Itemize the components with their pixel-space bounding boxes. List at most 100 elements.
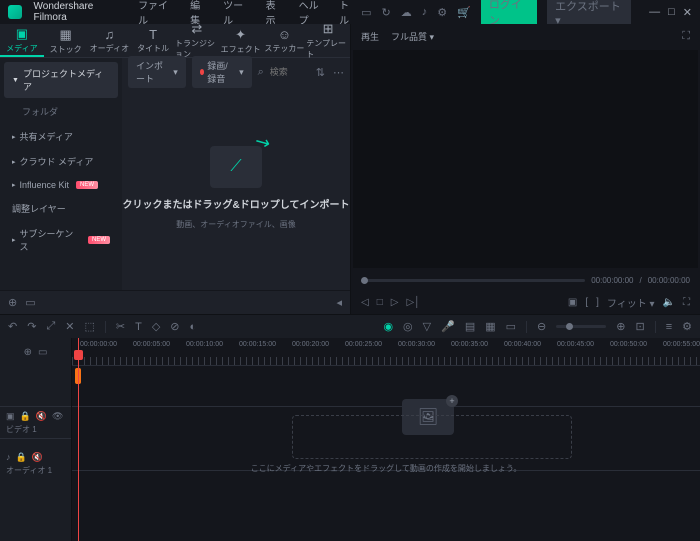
mic-icon[interactable]: 🎤 [441,320,455,333]
track-view-icon[interactable]: ▭ [38,347,47,358]
media-panel: ▣メディア ▦ストック ♫オーディオ Tタイトル ⇄トランジション ✦エフェクト… [0,24,350,314]
menu-file[interactable]: ファイル [138,0,176,27]
expand-icon[interactable]: ⛶ [682,30,690,43]
cloud-icon[interactable]: ☁ [401,6,412,19]
scrubber-track[interactable] [361,279,585,282]
undo-icon[interactable]: ↶ [8,320,17,333]
fullscreen-icon[interactable]: ⛶ [683,297,690,308]
tab-sticker[interactable]: ☺ステッカー [263,24,307,57]
menu-icon[interactable]: ⋯ [333,66,344,79]
mute-icon[interactable]: 🔇 [32,452,43,463]
sidebar-adjustment-layer[interactable]: 調整レイヤー [4,197,118,220]
timeline-tracks[interactable]: 00:00:00:0000:00:05:0000:00:10:0000:00:1… [72,338,700,541]
filter-icon[interactable]: ⇅ [316,66,325,79]
settings-icon[interactable]: ⚙ [437,6,447,19]
mark-in-icon[interactable]: [ [585,297,588,308]
tab-effect[interactable]: ✦エフェクト [219,24,263,57]
eye-icon[interactable]: 👁 [52,411,63,422]
crop-icon[interactable]: ⬚ [84,320,94,333]
preview-canvas[interactable] [353,50,698,268]
cart-icon[interactable]: 🛒 [457,6,471,19]
render-icon[interactable]: ▦ [485,320,495,333]
color-icon[interactable]: ◐ [190,321,197,333]
tab-transition[interactable]: ⇄トランジション [175,24,219,57]
playhead[interactable] [78,338,79,541]
tab-stock[interactable]: ▦ストック [44,24,88,57]
playback-label[interactable]: 再生 [361,30,379,43]
delete-icon[interactable]: ✕ [65,320,74,333]
sidebar-project-media[interactable]: ▼プロジェクトメディア [4,62,118,98]
tab-audio[interactable]: ♫オーディオ [88,24,132,57]
view-icon[interactable]: ▭ [506,320,516,333]
video-track[interactable]: 🖼 ここにメディアやエフェクトをドラッグして動画の作成を開始しましょう。 [72,406,700,470]
menu-view[interactable]: 表示 [266,0,285,27]
sidebar-folder[interactable]: フォルダ [4,100,118,123]
lock-icon[interactable]: 🔒 [16,452,27,463]
ruler-tick: 00:00:15:00 [239,341,276,348]
track-drop-target[interactable] [292,415,572,459]
snapshot-icon[interactable]: ▣ [568,297,577,308]
close-icon[interactable]: ✕ [683,6,692,19]
sidebar-cloud-media[interactable]: ▸クラウド メディア [4,150,118,173]
collapse-icon[interactable]: ◂ [336,296,342,309]
zoom-out-icon[interactable]: ⊖ [537,320,546,333]
track-video-icon[interactable]: ▣ [6,411,15,422]
tab-template[interactable]: ⊞テンプレート [306,24,350,57]
sidebar-subsequence[interactable]: ▸サブシーケンスNEW [4,222,118,258]
redo-icon[interactable]: ↷ [27,320,36,333]
speed-icon[interactable]: ⊘ [170,320,179,333]
time-ruler[interactable]: 00:00:00:0000:00:05:0000:00:10:0000:00:1… [72,338,700,366]
bell-icon[interactable]: ♪ [422,6,428,18]
keyframe-icon[interactable]: ◇ [152,320,160,333]
video-track-header[interactable]: ▣ 🔒 🔇 👁 ビデオ 1 [0,406,71,438]
audio-track-header[interactable]: ♪ 🔒 🔇 オーディオ 1 [0,438,71,488]
tool-icon[interactable]: ◎ [403,320,413,333]
lock-icon[interactable]: 🔒 [20,411,31,422]
import-dropdown[interactable]: インポート▾ [128,56,186,88]
list-icon[interactable]: ≡ [666,321,672,333]
import-drop-zone[interactable]: ↘ ⟋ クリックまたはドラッグ&ドロップしてインポート 動画、オーディオファイル… [122,86,350,290]
marker-icon2[interactable]: ▽ [423,320,431,333]
zoom-fit-icon[interactable]: ⊡ [635,320,644,333]
cut-icon[interactable]: ✂ [116,320,125,333]
quality-dropdown[interactable]: フル品質 ▾ [391,30,434,43]
record-dropdown[interactable]: 録画/録音▾ [192,56,252,88]
maximize-icon[interactable]: □ [668,6,675,19]
ruler-tick: 00:00:55:00 [663,341,700,348]
ruler-tick: 00:00:35:00 [451,341,488,348]
layout-icon[interactable]: ▭ [361,6,371,19]
bin-icon[interactable]: ▭ [25,296,35,309]
sidebar-shared-media[interactable]: ▸共有メディア [4,125,118,148]
tab-media[interactable]: ▣メディア [0,24,44,57]
minimize-icon[interactable]: — [649,6,660,19]
search-input[interactable] [270,67,310,77]
next-frame-icon[interactable]: ▷│ [406,297,420,308]
history-icon[interactable]: ↻ [382,6,391,19]
scrubber-handle[interactable] [361,277,368,284]
fit-dropdown[interactable]: フィット ▾ [607,295,655,310]
ruler-tick: 00:00:05:00 [133,341,170,348]
prev-frame-icon[interactable]: ◁ [361,297,369,308]
new-folder-icon[interactable]: ⊕ [8,296,17,309]
play-icon[interactable]: ▷ [391,297,399,308]
volume-icon[interactable]: 🔈 [663,297,675,308]
ruler-tick: 00:00:40:00 [504,341,541,348]
add-track-icon[interactable]: ⊕ [24,347,32,358]
zoom-slider[interactable] [556,325,606,328]
zoom-in-icon[interactable]: ⊕ [616,320,625,333]
pointer-icon[interactable]: ⤢ [46,320,55,333]
stop-icon[interactable]: □ [377,297,383,308]
ai-icon[interactable]: ◉ [383,320,393,333]
ruler-tick: 00:00:25:00 [345,341,382,348]
track-audio-icon[interactable]: ♪ [6,452,11,463]
mute-icon[interactable]: 🔇 [36,411,47,422]
sidebar-influence-kit[interactable]: ▸Influence KitNEW [4,175,118,195]
mixer-icon[interactable]: ▤ [465,320,475,333]
mark-out-icon[interactable]: ] [596,297,599,308]
settings-gear-icon[interactable]: ⚙ [682,320,692,333]
titlebar: Wondershare Filmora ファイル 編集 ツール 表示 ヘルプ タ… [0,0,700,24]
tab-title[interactable]: Tタイトル [131,24,175,57]
menu-tools[interactable]: ツール [223,0,252,27]
text-icon[interactable]: T [135,321,142,333]
media-content: インポート▾ 録画/録音▾ ⌕ ⇅ ⋯ ↘ ⟋ クリックまたはドラッグ&ドロップ… [122,58,350,290]
